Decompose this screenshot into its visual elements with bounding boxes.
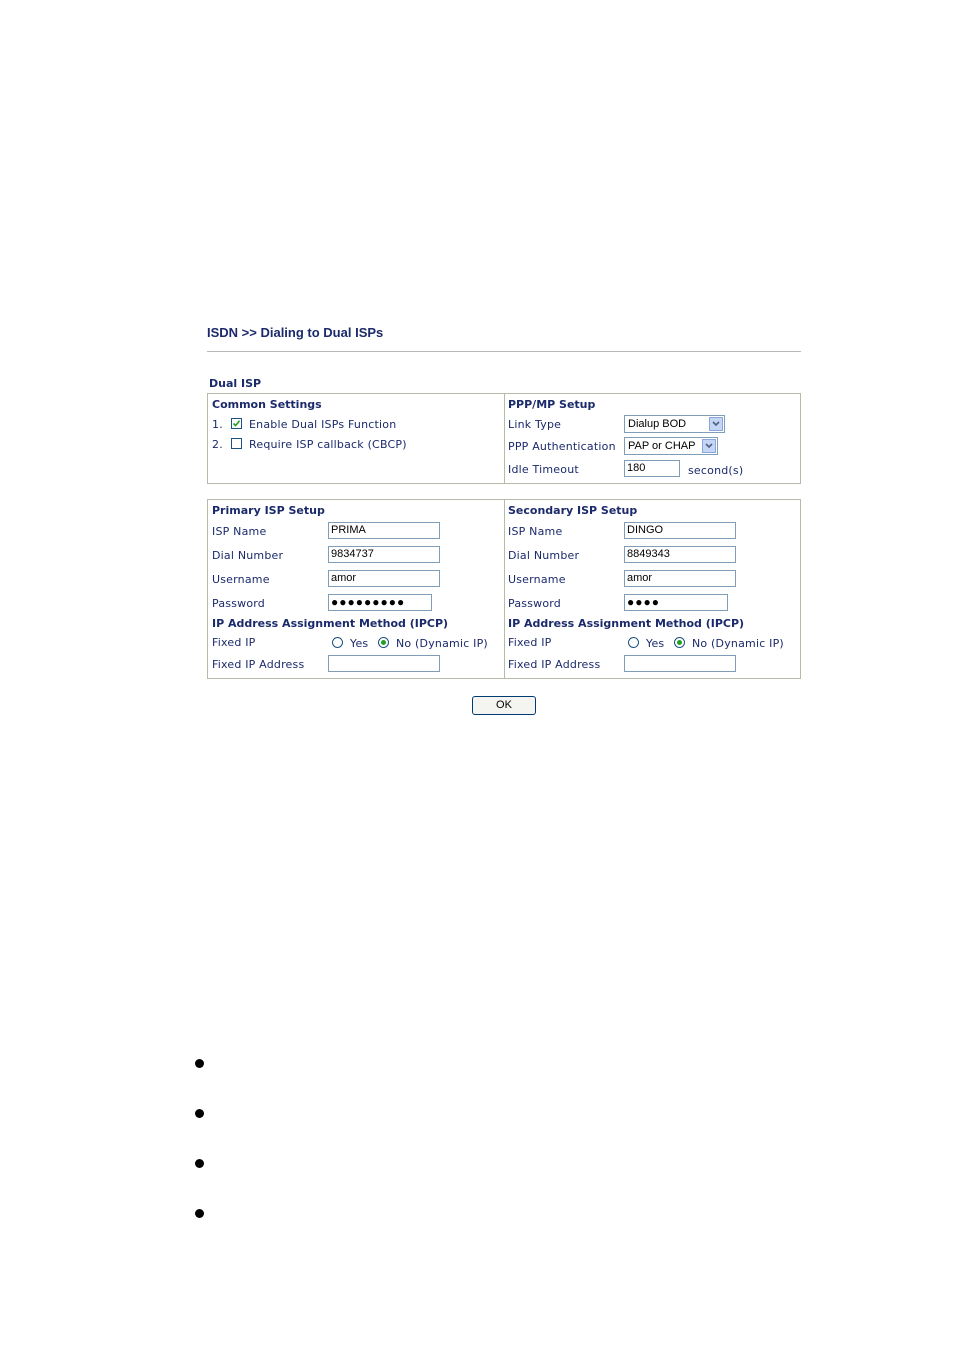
secondary-dial-label: Dial Number	[508, 549, 580, 562]
primary-fixed-addr-input[interactable]	[328, 655, 440, 672]
primary-dial-input[interactable]: 9834737	[328, 546, 440, 563]
secondary-fixed-addr-label: Fixed IP Address	[508, 658, 601, 671]
primary-isp-name-input[interactable]: PRIMA	[328, 522, 440, 539]
secondary-no-label: No (Dynamic IP)	[692, 637, 784, 650]
secondary-username-label: Username	[508, 573, 566, 586]
secondary-isp-name-input[interactable]: DINGO	[624, 522, 736, 539]
idle-timeout-label: Idle Timeout	[508, 463, 579, 476]
chevron-down-icon[interactable]	[709, 417, 723, 431]
primary-fixed-ip-no-radio[interactable]	[378, 637, 389, 648]
secondary-fixed-addr-input[interactable]	[624, 655, 736, 672]
primary-password-input[interactable]: ●●●●●●●●●	[328, 594, 432, 611]
secondary-password-label: Password	[508, 597, 561, 610]
bullet-icon	[195, 1059, 204, 1068]
primary-no-label: No (Dynamic IP)	[396, 637, 488, 650]
title-divider	[207, 351, 801, 352]
secondary-fixed-ip-yes-radio[interactable]	[628, 637, 639, 648]
primary-fixed-addr-label: Fixed IP Address	[212, 658, 305, 671]
secondary-fixed-ip-label: Fixed IP	[508, 636, 552, 649]
link-type-value: Dialup BOD	[628, 418, 687, 430]
secondary-fixed-ip-no-radio[interactable]	[674, 637, 685, 648]
primary-isp-header: Primary ISP Setup	[212, 504, 325, 517]
primary-fixed-ip-yes-radio[interactable]	[332, 637, 343, 648]
primary-username-label: Username	[212, 573, 270, 586]
secondary-isp-name-label: ISP Name	[508, 525, 563, 538]
enable-dual-isp-label: Enable Dual ISPs Function	[249, 418, 397, 431]
secondary-username-input[interactable]: amor	[624, 570, 736, 587]
panel-divider	[504, 393, 505, 484]
common-settings-header: Common Settings	[212, 398, 322, 411]
item-number: 1.	[212, 418, 223, 431]
ppp-auth-label: PPP Authentication	[508, 440, 616, 453]
item-number: 2.	[212, 438, 223, 451]
secondary-yes-label: Yes	[646, 637, 665, 650]
ppp-auth-value: PAP or CHAP	[628, 440, 696, 452]
primary-fixed-ip-label: Fixed IP	[212, 636, 256, 649]
section-label: Dual ISP	[209, 377, 262, 390]
primary-isp-name-label: ISP Name	[212, 525, 267, 538]
enable-dual-isp-checkbox[interactable]	[231, 418, 242, 429]
ppp-auth-select[interactable]: PAP or CHAP	[624, 437, 718, 455]
bullet-icon	[195, 1109, 204, 1118]
require-callback-checkbox[interactable]	[231, 438, 242, 449]
ok-button[interactable]: OK	[472, 696, 536, 715]
primary-password-label: Password	[212, 597, 265, 610]
link-type-select[interactable]: Dialup BOD	[624, 415, 725, 433]
chevron-down-icon[interactable]	[702, 439, 716, 453]
secondary-password-input[interactable]: ●●●●	[624, 594, 728, 611]
primary-yes-label: Yes	[350, 637, 369, 650]
primary-dial-label: Dial Number	[212, 549, 284, 562]
idle-timeout-input[interactable]: 180	[624, 460, 680, 477]
primary-username-input[interactable]: amor	[328, 570, 440, 587]
page-title: ISDN >> Dialing to Dual ISPs	[207, 325, 384, 340]
secondary-ipcp-header: IP Address Assignment Method (IPCP)	[508, 617, 745, 630]
secondary-isp-header: Secondary ISP Setup	[508, 504, 638, 517]
primary-ipcp-header: IP Address Assignment Method (IPCP)	[212, 617, 449, 630]
link-type-label: Link Type	[508, 418, 562, 431]
ppp-mp-header: PPP/MP Setup	[508, 398, 596, 411]
secondary-dial-input[interactable]: 8849343	[624, 546, 736, 563]
bullet-icon	[195, 1159, 204, 1168]
checkmark-icon	[232, 420, 241, 427]
idle-timeout-unit: second(s)	[688, 464, 744, 477]
panel-divider	[504, 499, 505, 679]
bullet-icon	[195, 1209, 204, 1218]
require-callback-label: Require ISP callback (CBCP)	[249, 438, 407, 451]
